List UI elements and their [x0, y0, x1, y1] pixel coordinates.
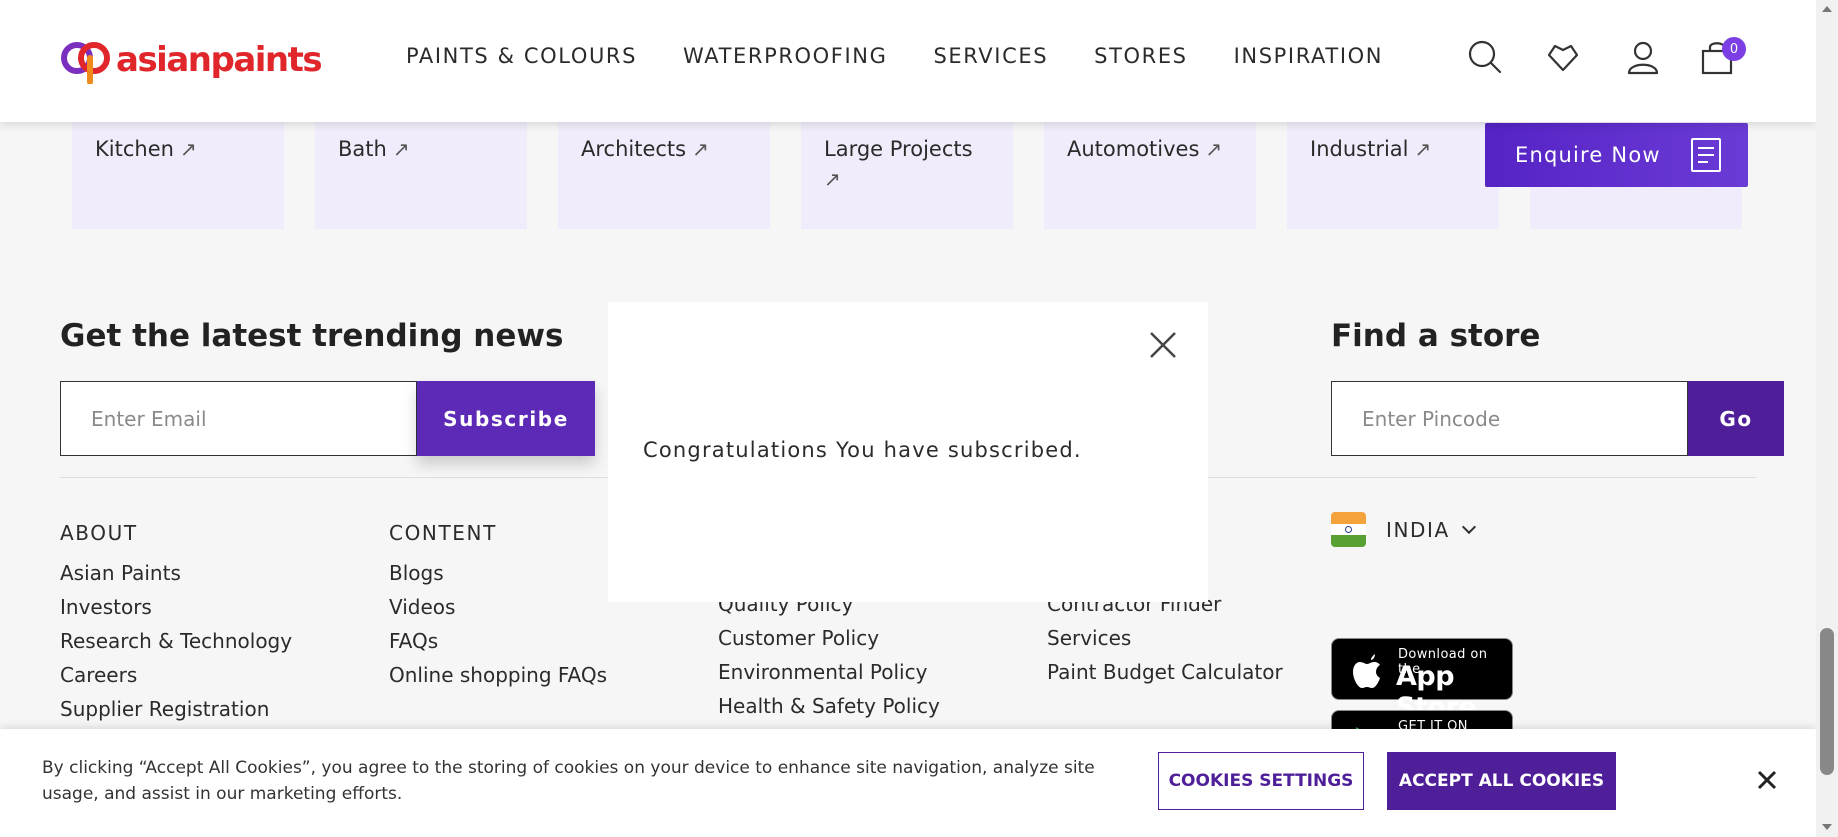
cookie-banner: By clicking “Accept All Cookies”, you ag… [0, 729, 1816, 837]
footer-link[interactable]: Careers [60, 658, 292, 692]
asianpaints-logo[interactable]: asianpaints [60, 36, 323, 84]
nav-services[interactable]: SERVICES [933, 44, 1048, 68]
footer-link[interactable]: Services [1047, 621, 1283, 655]
newsletter-title: Get the latest trending news [60, 318, 564, 354]
enquire-now-button[interactable]: Enquire Now [1485, 123, 1748, 187]
close-icon[interactable] [1146, 328, 1180, 362]
cookies-settings-button[interactable]: COOKIES SETTINGS [1158, 752, 1364, 810]
page-scrollbar[interactable] [1816, 0, 1838, 837]
cart-count-badge: 0 [1722, 37, 1746, 61]
tile-label: Automotives [1067, 137, 1200, 161]
arrow-up-right-icon: ↗ [392, 137, 410, 161]
arrow-up-right-icon: ↗ [824, 167, 841, 191]
tile-industrial[interactable]: Industrial ↗ [1287, 122, 1499, 229]
chevron-down-icon [1461, 519, 1476, 534]
footer-col-policies: Quality Policy Customer Policy Environme… [718, 587, 940, 723]
site-header: asianpaints PAINTS & COLOURS WATERPROOFI… [0, 0, 1816, 122]
footer-heading-content: CONTENT [389, 521, 497, 545]
arrow-up-right-icon: ↗ [1414, 137, 1432, 161]
subscription-modal: Congratulations You have subscribed. [608, 302, 1208, 602]
email-input[interactable]: Enter Email [60, 381, 417, 456]
footer-link[interactable]: Health & Safety Policy [718, 689, 940, 723]
arrow-up-right-icon: ↗ [179, 137, 197, 161]
footer-link[interactable]: Paint Budget Calculator [1047, 655, 1283, 689]
search-icon[interactable] [1466, 38, 1504, 76]
footer-link[interactable]: Supplier Registration [60, 692, 292, 726]
footer-link[interactable]: Asian Paints [60, 556, 292, 590]
footer-col-about: ABOUT Asian Paints Investors Research & … [60, 521, 292, 726]
footer-link[interactable]: Investors [60, 590, 292, 624]
nav-waterproofing[interactable]: WATERPROOFING [683, 44, 887, 68]
tile-label: Kitchen [95, 137, 174, 161]
find-store-title: Find a store [1331, 318, 1541, 354]
footer-link[interactable]: Environmental Policy [718, 655, 940, 689]
cookie-consent-text: By clicking “Accept All Cookies”, you ag… [42, 758, 1095, 804]
apple-icon [1353, 654, 1380, 688]
scroll-up-arrow-icon[interactable] [1822, 6, 1832, 12]
go-button[interactable]: Go [1688, 381, 1784, 456]
nav-paints-colours[interactable]: PAINTS & COLOURS [406, 44, 637, 68]
wishlist-heart-icon[interactable] [1544, 38, 1582, 76]
footer-link[interactable]: Blogs [389, 556, 607, 590]
subscription-success-message: Congratulations You have subscribed. [643, 438, 1082, 462]
tile-architects[interactable]: Architects ↗ [558, 122, 770, 229]
tile-label: Bath [338, 137, 387, 161]
scroll-down-arrow-icon[interactable] [1822, 824, 1832, 830]
nav-stores[interactable]: STORES [1094, 44, 1187, 68]
arrow-up-right-icon: ↗ [692, 137, 709, 161]
app-store-badge[interactable]: Download on the App Store [1331, 638, 1513, 723]
form-document-icon [1691, 138, 1721, 172]
footer-link[interactable]: Online shopping FAQs [389, 658, 607, 692]
country-label: INDIA [1386, 517, 1450, 542]
logo-mark-icon [61, 42, 110, 84]
tile-label: Large Projects [824, 137, 973, 161]
tile-label: Architects [581, 137, 687, 161]
pincode-input[interactable]: Enter Pincode [1331, 381, 1688, 456]
close-icon[interactable] [1752, 765, 1782, 795]
user-account-icon[interactable] [1624, 38, 1662, 76]
tile-label: Industrial [1310, 137, 1409, 161]
footer-heading-about: ABOUT [60, 521, 138, 545]
logo-text: asianpaints [116, 40, 323, 80]
footer-link[interactable]: Videos [389, 590, 607, 624]
nav-inspiration[interactable]: INSPIRATION [1234, 44, 1383, 68]
subscribe-button[interactable]: Subscribe [417, 381, 595, 456]
main-nav: PAINTS & COLOURS WATERPROOFING SERVICES … [406, 44, 1383, 68]
country-selector[interactable]: INDIA [1331, 512, 1476, 547]
tile-bath[interactable]: Bath ↗ [315, 122, 527, 229]
tile-kitchen[interactable]: Kitchen ↗ [72, 122, 284, 229]
footer-link[interactable]: FAQs [389, 624, 607, 658]
tile-large-projects[interactable]: Large Projects ↗ [801, 122, 1013, 229]
india-flag-icon [1331, 512, 1366, 547]
footer-link[interactable]: Customer Policy [718, 621, 940, 655]
footer-link[interactable]: Research & Technology [60, 624, 292, 658]
accept-all-cookies-button[interactable]: ACCEPT ALL COOKIES [1387, 752, 1616, 810]
enquire-now-label: Enquire Now [1515, 143, 1661, 167]
arrow-up-right-icon: ↗ [1205, 137, 1223, 161]
footer-col-content: CONTENT Blogs Videos FAQs Online shoppin… [389, 521, 607, 692]
tile-automotives[interactable]: Automotives ↗ [1044, 122, 1256, 229]
scrollbar-thumb[interactable] [1820, 628, 1834, 775]
footer-col-tools: Contractor Finder Services Paint Budget … [1047, 587, 1283, 689]
